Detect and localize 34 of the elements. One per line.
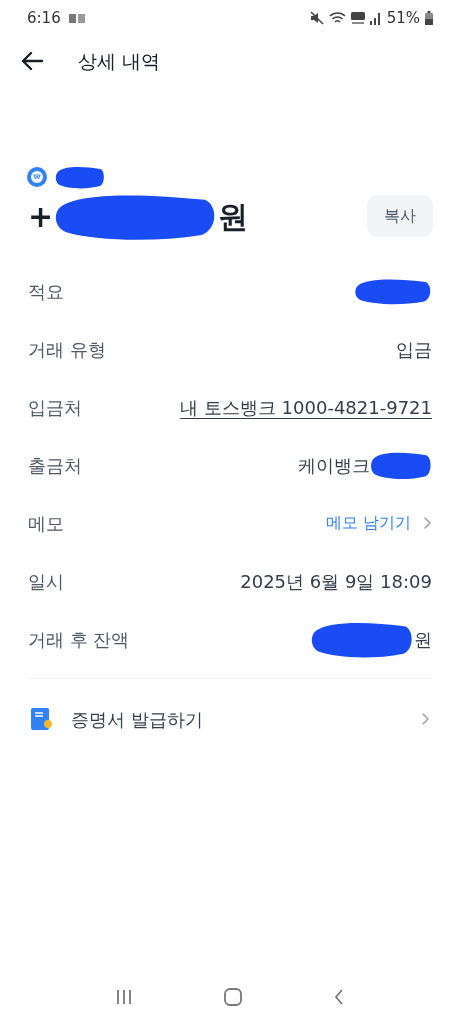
battery-percent: 51% xyxy=(386,7,420,29)
certificate-icon xyxy=(30,707,54,731)
row-value: 케이뱅크 xyxy=(298,453,370,478)
row-label: 출금처 xyxy=(28,453,82,478)
chevron-right-icon xyxy=(421,712,430,726)
row-value: 원 xyxy=(414,627,432,652)
wifi-icon xyxy=(328,11,346,25)
won-coin-icon xyxy=(27,167,47,187)
row-label: 입금처 xyxy=(28,395,82,420)
row-label: 적요 xyxy=(28,279,64,304)
copy-button[interactable]: 복사 xyxy=(367,195,433,237)
back-nav-icon[interactable] xyxy=(334,989,344,1005)
row-value: 입금 xyxy=(396,337,432,362)
row-value: 2025년 6월 9일 18:09 xyxy=(240,569,432,594)
back-button[interactable] xyxy=(20,51,44,71)
chevron-right-icon xyxy=(423,516,432,530)
account-link[interactable]: 내 토스뱅크 1000-4821-9721 xyxy=(180,393,432,421)
row-label: 일시 xyxy=(28,569,64,594)
battery-icon xyxy=(425,11,433,25)
row-label: 메모 xyxy=(28,511,64,536)
status-time: 6:16 xyxy=(27,7,61,29)
certificate-row[interactable]: 증명서 발급하기 xyxy=(0,679,460,759)
notification-icon xyxy=(68,13,85,23)
amount-unit: 원 xyxy=(218,197,249,236)
row-label: 거래 유형 xyxy=(28,337,106,362)
page-title: 상세 내역 xyxy=(78,48,161,74)
signal-icon xyxy=(369,11,382,25)
memo-button[interactable]: 메모 남기기 xyxy=(325,511,432,535)
home-icon[interactable] xyxy=(224,988,242,1006)
hd-voice-icon xyxy=(350,11,365,25)
mute-icon xyxy=(309,11,324,25)
recent-apps-icon[interactable] xyxy=(116,989,132,1005)
row-label: 거래 후 잔액 xyxy=(28,627,130,652)
amount-sign: + xyxy=(28,197,54,236)
